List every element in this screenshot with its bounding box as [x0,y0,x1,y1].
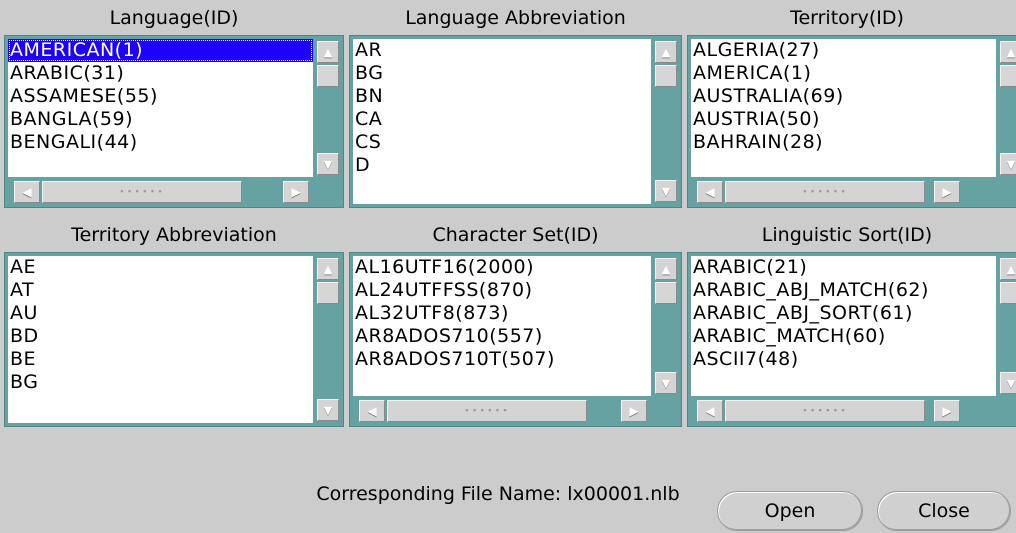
list-item[interactable]: AR [353,39,651,62]
scroll-thumb[interactable] [317,282,339,304]
linguistic-sort-listbox[interactable]: ARABIC(21) ARABIC_ABJ_MATCH(62) ARABIC_A… [687,252,1016,427]
linguistic-sort-title: Linguistic Sort(ID) [761,224,933,246]
scroll-left-icon[interactable]: ◀ [697,181,723,203]
horizontal-scrollbar[interactable]: ◀ ∙∙∙∙∙∙ ▶ [691,399,996,423]
scroll-thumb[interactable] [1000,65,1016,87]
list-item[interactable]: BG [8,371,313,394]
scroll-up-icon[interactable]: ▲ [1000,41,1016,63]
scroll-down-icon[interactable]: ▼ [655,180,677,202]
territory-abbreviation-panel: Territory Abbreviation AE AT AU BD BE BG… [4,221,344,427]
list-item[interactable]: D [353,154,651,177]
list-item[interactable]: AL32UTF8(873) [353,302,651,325]
horizontal-scrollbar[interactable]: ◀ ∙∙∙∙∙∙ ▶ [8,180,313,204]
language-abbreviation-listbox[interactable]: AR BG BN CA CS D ▲ ▼ [349,35,682,208]
scroll-up-icon[interactable]: ▲ [1000,258,1016,280]
scroll-down-icon[interactable]: ▼ [1000,372,1016,394]
scroll-left-icon[interactable]: ◀ [359,400,385,422]
scroll-thumb[interactable] [655,282,677,304]
list-item[interactable]: ASCII7(48) [691,348,996,371]
vertical-scrollbar[interactable]: ▲ ▼ [654,39,678,204]
scroll-thumb[interactable]: ∙∙∙∙∙∙ [725,400,925,422]
scroll-thumb[interactable]: ∙∙∙∙∙∙ [387,400,587,422]
list-item[interactable]: BE [8,348,313,371]
language-abbreviation-panel: Language Abbreviation AR BG BN CA CS D ▲… [349,4,682,208]
territory-abbreviation-listbox[interactable]: AE AT AU BD BE BG ▲ ▼ [4,252,344,427]
corresponding-file-name: Corresponding File Name: lx00001.nlb [316,483,680,505]
scroll-right-icon[interactable]: ▶ [934,400,960,422]
list-item[interactable]: AMERICA(1) [691,62,996,85]
scroll-up-icon[interactable]: ▲ [317,258,339,280]
territory-id-panel: Territory(ID) ALGERIA(27) AMERICA(1) AUS… [687,4,1016,208]
scroll-right-icon[interactable]: ▶ [283,181,309,203]
list-item[interactable]: AUSTRALIA(69) [691,85,996,108]
horizontal-scrollbar[interactable]: ◀ ∙∙∙∙∙∙ ▶ [691,180,996,204]
open-button[interactable]: Open [717,491,863,531]
list-item[interactable]: AT [8,279,313,302]
list-item[interactable]: AUSTRIA(50) [691,108,996,131]
vertical-scrollbar[interactable]: ▲ ▼ [654,256,678,396]
language-abbreviation-title: Language Abbreviation [405,7,626,29]
scroll-down-icon[interactable]: ▼ [655,372,677,394]
list-item[interactable]: AMERICAN(1) [8,39,313,62]
vertical-scrollbar[interactable]: ▲ ▼ [999,39,1016,177]
scroll-right-icon[interactable]: ▶ [621,400,647,422]
list-item[interactable]: BN [353,85,651,108]
list-item[interactable]: AE [8,256,313,279]
list-item[interactable]: AR8ADOS710(557) [353,325,651,348]
scroll-right-icon[interactable]: ▶ [934,181,960,203]
scroll-down-icon[interactable]: ▼ [317,153,339,175]
character-set-listbox[interactable]: AL16UTF16(2000) AL24UTFFSS(870) AL32UTF8… [349,252,682,427]
scroll-thumb[interactable]: ∙∙∙∙∙∙ [725,181,925,203]
list-item[interactable]: AL24UTFFSS(870) [353,279,651,302]
language-id-listbox[interactable]: AMERICAN(1) ARABIC(31) ASSAMESE(55) BANG… [4,35,344,208]
scroll-up-icon[interactable]: ▲ [655,258,677,280]
list-item[interactable]: ARABIC_MATCH(60) [691,325,996,348]
scroll-thumb[interactable] [1000,282,1016,304]
scroll-thumb[interactable] [317,65,339,87]
horizontal-scrollbar[interactable]: ◀ ∙∙∙∙∙∙ ▶ [353,399,651,423]
list-item[interactable]: BAHRAIN(28) [691,131,996,154]
scroll-up-icon[interactable]: ▲ [655,41,677,63]
list-item[interactable]: BD [8,325,313,348]
scroll-down-icon[interactable]: ▼ [1000,153,1016,175]
scroll-up-icon[interactable]: ▲ [317,41,339,63]
territory-id-title: Territory(ID) [790,7,904,29]
list-item[interactable]: ARABIC(31) [8,62,313,85]
list-item[interactable]: ALGERIA(27) [691,39,996,62]
scroll-down-icon[interactable]: ▼ [317,399,339,421]
list-item[interactable]: CS [353,131,651,154]
territory-id-listbox[interactable]: ALGERIA(27) AMERICA(1) AUSTRALIA(69) AUS… [687,35,1016,208]
list-item[interactable]: AL16UTF16(2000) [353,256,651,279]
character-set-panel: Character Set(ID) AL16UTF16(2000) AL24UT… [349,221,682,427]
list-item[interactable]: ARABIC_ABJ_SORT(61) [691,302,996,325]
territory-abbreviation-title: Territory Abbreviation [71,224,277,246]
scroll-thumb[interactable] [655,65,677,87]
character-set-title: Character Set(ID) [432,224,599,246]
language-id-panel: Language(ID) AMERICAN(1) ARABIC(31) ASSA… [4,4,344,208]
list-item[interactable]: CA [353,108,651,131]
close-button[interactable]: Close [877,491,1011,531]
language-id-title: Language(ID) [109,7,239,29]
scroll-thumb[interactable]: ∙∙∙∙∙∙ [42,181,242,203]
list-item[interactable]: AR8ADOS710T(507) [353,348,651,371]
list-item[interactable]: ARABIC(21) [691,256,996,279]
list-item[interactable]: BANGLA(59) [8,108,313,131]
list-item[interactable]: BG [353,62,651,85]
vertical-scrollbar[interactable]: ▲ ▼ [316,39,340,177]
linguistic-sort-panel: Linguistic Sort(ID) ARABIC(21) ARABIC_AB… [687,221,1016,427]
vertical-scrollbar[interactable]: ▲ ▼ [999,256,1016,396]
vertical-scrollbar[interactable]: ▲ ▼ [316,256,340,423]
scroll-left-icon[interactable]: ◀ [14,181,40,203]
list-item[interactable]: ARABIC_ABJ_MATCH(62) [691,279,996,302]
scroll-left-icon[interactable]: ◀ [697,400,723,422]
list-item[interactable]: ASSAMESE(55) [8,85,313,108]
list-item[interactable]: BENGALI(44) [8,131,313,154]
list-item[interactable]: AU [8,302,313,325]
